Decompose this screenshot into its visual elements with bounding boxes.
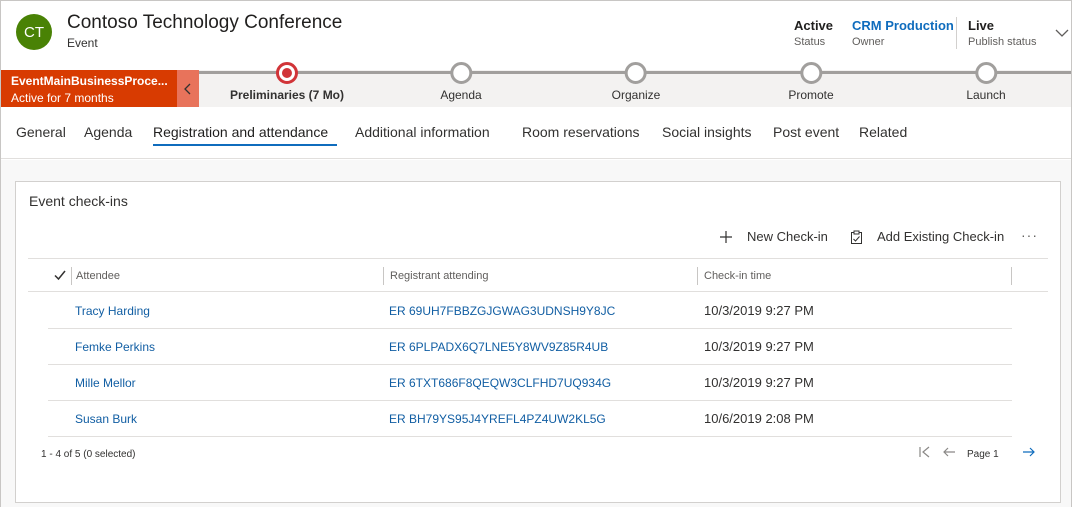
event-checkins-section: Event check-ins New Check-in Add Existin…	[15, 181, 1061, 503]
stage-circle-icon	[799, 62, 822, 84]
bpf-stage-launch[interactable]: Launch	[966, 62, 1006, 102]
owner-link[interactable]: CRM Production	[852, 18, 954, 33]
first-page-icon[interactable]	[918, 445, 932, 459]
publish-status-label: Publish status	[968, 36, 1037, 48]
table-row[interactable]: Mille Mellor ER 6TXT686F8QEQW3CLFHD7UQ93…	[48, 365, 1012, 401]
column-divider	[1011, 267, 1012, 285]
next-page-icon[interactable]	[1022, 445, 1036, 459]
add-existing-checkin-button[interactable]: Add Existing Check-in	[850, 229, 1004, 244]
registrant-link[interactable]: ER 69UH7FBBZGJGWAG3UDNSH9Y8JC	[389, 304, 615, 318]
header-field-owner: CRM Production Owner	[852, 18, 954, 48]
registrant-link[interactable]: ER 6PLPADX6Q7LNE5Y8WV9Z85R4UB	[389, 340, 608, 354]
checkin-time: 10/6/2019 2:08 PM	[704, 411, 814, 426]
page-number: Page 1	[967, 449, 999, 460]
attendee-link[interactable]: Susan Burk	[75, 412, 137, 426]
form-tab-bar: General Agenda Registration and attendan…	[1, 107, 1071, 159]
column-header-attendee[interactable]: Attendee	[76, 270, 120, 282]
clipboard-icon	[851, 230, 862, 244]
expand-header-chevron-icon[interactable]	[1054, 25, 1070, 41]
registrant-link[interactable]: ER 6TXT686F8QEQW3CLFHD7UQ934G	[389, 376, 611, 390]
record-avatar: CT	[16, 14, 52, 50]
record-title: Contoso Technology Conference	[67, 12, 343, 33]
bpf-process-flag[interactable]: EventMainBusinessProce... Active for 7 m…	[1, 70, 177, 107]
header-field-publish-status: Live Publish status	[968, 18, 1036, 48]
header-field-status: Active Status	[794, 18, 833, 48]
checkin-time: 10/3/2019 9:27 PM	[704, 339, 814, 354]
column-divider	[697, 267, 698, 285]
record-header: CT Contoso Technology Conference Event A…	[1, 1, 1071, 70]
status-value: Active	[794, 18, 834, 33]
owner-label: Owner	[852, 36, 885, 48]
tab-post-event[interactable]: Post event	[773, 124, 839, 140]
active-stage-icon	[275, 62, 298, 84]
registrant-link[interactable]: ER BH79YS95J4YREFL4PZ4UW2KL5G	[389, 412, 606, 426]
bpf-stage-agenda[interactable]: Agenda	[440, 62, 482, 102]
column-header-checkin-time[interactable]: Check-in time	[704, 270, 771, 282]
bpf-stage-label: Launch	[966, 88, 1006, 102]
stage-circle-icon	[624, 62, 647, 84]
more-commands-button[interactable]: ···	[1021, 227, 1038, 243]
attendee-link[interactable]: Tracy Harding	[75, 304, 150, 318]
status-label: Status	[794, 36, 826, 48]
add-existing-checkin-label: Add Existing Check-in	[877, 229, 1005, 244]
bpf-stage-preliminaries[interactable]: Preliminaries (7 Mo)	[229, 62, 345, 102]
chevron-left-icon	[184, 83, 191, 94]
tab-additional-information[interactable]: Additional information	[355, 124, 490, 140]
tab-social-insights[interactable]: Social insights	[662, 124, 752, 140]
stage-circle-icon	[975, 62, 997, 84]
column-divider	[71, 267, 72, 285]
grid-header-row: Attendee Registrant attending Check-in t…	[28, 258, 1048, 292]
checkin-time: 10/3/2019 9:27 PM	[704, 375, 814, 390]
selected-tab-indicator	[153, 144, 337, 146]
column-header-registrant[interactable]: Registrant attending	[390, 270, 488, 282]
attendee-link[interactable]: Femke Perkins	[75, 340, 155, 354]
attendee-link[interactable]: Mille Mellor	[75, 376, 136, 390]
bpf-process-duration: Active for 7 months	[11, 91, 114, 105]
bpf-stage-label: Agenda	[440, 88, 482, 102]
bpf-stage-organize[interactable]: Organize	[611, 62, 661, 102]
table-row[interactable]: Femke Perkins ER 6PLPADX6Q7LNE5Y8WV9Z85R…	[48, 329, 1012, 365]
publish-status-value: Live	[968, 18, 995, 33]
tab-related[interactable]: Related	[859, 124, 907, 140]
bpf-stage-label: Organize	[611, 88, 661, 102]
business-process-flow: EventMainBusinessProce... Active for 7 m…	[1, 62, 1071, 107]
header-divider	[956, 17, 957, 49]
tab-registration-and-attendance[interactable]: Registration and attendance	[153, 124, 328, 140]
tab-room-reservations[interactable]: Room reservations	[522, 124, 640, 140]
record-count: 1 - 4 of 5 (0 selected)	[41, 449, 136, 460]
bpf-stage-label: Preliminaries (7 Mo)	[229, 88, 345, 102]
checkin-time: 10/3/2019 9:27 PM	[704, 303, 814, 318]
new-checkin-label: New Check-in	[747, 229, 828, 244]
column-divider	[383, 267, 384, 285]
table-row[interactable]: Tracy Harding ER 69UH7FBBZGJGWAG3UDNSH9Y…	[48, 293, 1012, 329]
plus-icon	[720, 230, 732, 243]
section-title: Event check-ins	[29, 193, 128, 209]
bpf-stage-label: Promote	[788, 88, 834, 102]
previous-page-icon[interactable]	[942, 445, 956, 459]
bpf-stage-promote[interactable]: Promote	[788, 62, 834, 102]
tab-agenda[interactable]: Agenda	[84, 124, 132, 140]
new-checkin-button[interactable]: New Check-in	[719, 229, 828, 244]
select-all-checkmark-icon[interactable]	[54, 269, 66, 281]
stage-circle-icon	[450, 62, 472, 84]
app-window: CT Contoso Technology Conference Event A…	[0, 0, 1072, 507]
table-row[interactable]: Susan Burk ER BH79YS95J4YREFL4PZ4UW2KL5G…	[48, 401, 1012, 437]
record-entity-type: Event	[67, 36, 98, 50]
tab-general[interactable]: General	[16, 124, 66, 140]
bpf-process-name: EventMainBusinessProce...	[11, 74, 168, 88]
bpf-collapse-button[interactable]	[177, 70, 199, 107]
